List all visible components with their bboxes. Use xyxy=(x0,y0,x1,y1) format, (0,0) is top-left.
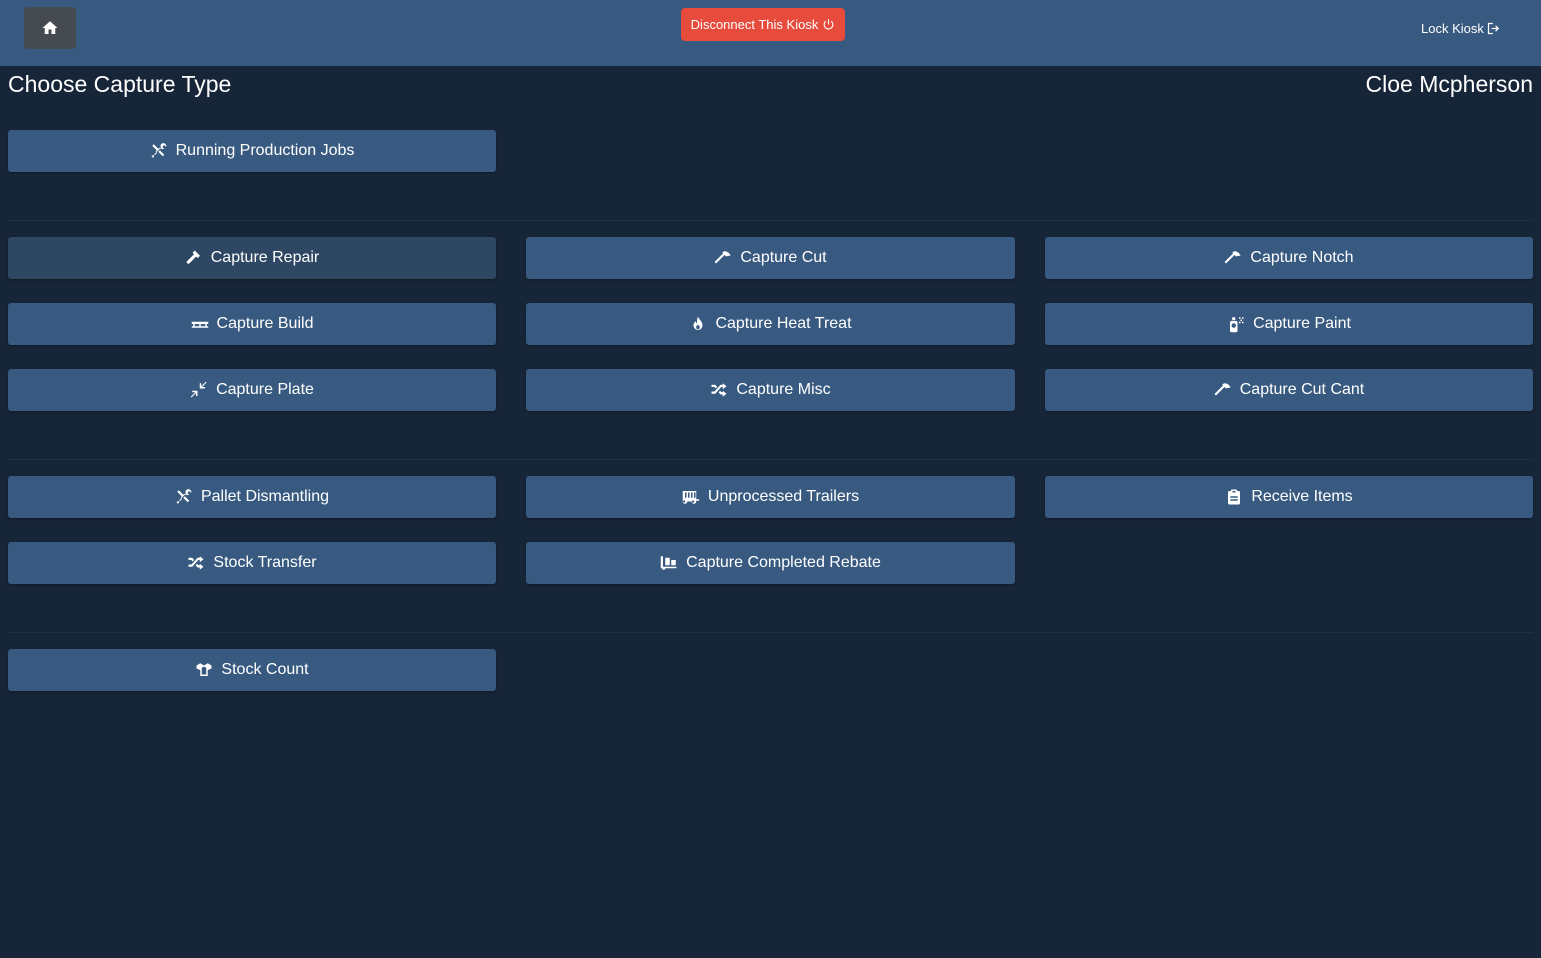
running-production-jobs-button[interactable]: Running Production Jobs xyxy=(8,130,496,172)
trailer-icon xyxy=(682,488,700,506)
unprocessed-trailers-label: Unprocessed Trailers xyxy=(707,488,860,505)
pallet-dismantling-button[interactable]: Pallet Dismantling xyxy=(8,476,496,518)
sign-out-icon xyxy=(1486,21,1501,36)
capture-plate-label: Capture Plate xyxy=(216,381,314,398)
receive-items-label: Receive Items xyxy=(1251,488,1353,505)
stock-count-label: Stock Count xyxy=(221,661,309,678)
user-name: Cloe Mcpherson xyxy=(1365,71,1533,97)
spray-can-icon xyxy=(1227,315,1245,333)
boxes-icon xyxy=(195,661,213,679)
dolly-icon xyxy=(660,554,678,572)
capture-notch-label: Capture Notch xyxy=(1250,249,1354,266)
shuffle-icon xyxy=(187,554,205,572)
unprocessed-trailers-button[interactable]: Unprocessed Trailers xyxy=(526,476,1015,518)
capture-paint-label: Capture Paint xyxy=(1253,315,1351,332)
stock-count-button[interactable]: Stock Count xyxy=(8,649,496,691)
shuffle-icon xyxy=(710,381,728,399)
capture-completed-rebate-label: Capture Completed Rebate xyxy=(686,554,881,571)
capture-misc-button[interactable]: Capture Misc xyxy=(526,369,1015,411)
section-divider xyxy=(8,220,1533,221)
tools-icon xyxy=(150,142,168,160)
capture-build-label: Capture Build xyxy=(216,315,314,332)
tools-icon xyxy=(175,488,193,506)
capture-paint-button[interactable]: Capture Paint xyxy=(1045,303,1533,345)
axe-icon xyxy=(1214,381,1232,399)
compress-icon xyxy=(190,381,208,399)
capture-cut-cant-label: Capture Cut Cant xyxy=(1239,381,1365,398)
capture-heat-treat-button[interactable]: Capture Heat Treat xyxy=(526,303,1015,345)
running-production-jobs-label: Running Production Jobs xyxy=(175,142,355,159)
capture-build-button[interactable]: Capture Build xyxy=(8,303,496,345)
disconnect-kiosk-button[interactable]: Disconnect This Kiosk xyxy=(681,8,845,41)
capture-cut-cant-button[interactable]: Capture Cut Cant xyxy=(1045,369,1533,411)
stock-transfer-button[interactable]: Stock Transfer xyxy=(8,542,496,584)
pallet-dismantling-label: Pallet Dismantling xyxy=(200,488,330,505)
receive-items-button[interactable]: Receive Items xyxy=(1045,476,1533,518)
top-bar: Disconnect This Kiosk Lock Kiosk xyxy=(0,0,1541,66)
pallet-icon xyxy=(191,315,209,333)
stock-transfer-label: Stock Transfer xyxy=(213,554,317,571)
axe-icon xyxy=(714,249,732,267)
capture-notch-button[interactable]: Capture Notch xyxy=(1045,237,1533,279)
lock-kiosk-label: Lock Kiosk xyxy=(1421,20,1484,36)
clipboard-icon xyxy=(1225,488,1243,506)
power-icon xyxy=(822,18,835,31)
capture-plate-button[interactable]: Capture Plate xyxy=(8,369,496,411)
capture-cut-button[interactable]: Capture Cut xyxy=(526,237,1015,279)
section-divider xyxy=(8,459,1533,460)
lock-kiosk-link[interactable]: Lock Kiosk xyxy=(1421,20,1501,36)
capture-repair-label: Capture Repair xyxy=(210,249,320,266)
disconnect-kiosk-label: Disconnect This Kiosk xyxy=(690,17,819,32)
page-title: Choose Capture Type xyxy=(8,71,232,97)
section-divider xyxy=(8,632,1533,633)
home-icon xyxy=(41,19,59,37)
fire-icon xyxy=(689,315,707,333)
capture-heat-treat-label: Capture Heat Treat xyxy=(715,315,852,332)
capture-cut-label: Capture Cut xyxy=(740,249,827,266)
axe-icon xyxy=(1224,249,1242,267)
capture-misc-label: Capture Misc xyxy=(736,381,831,398)
capture-repair-button[interactable]: Capture Repair xyxy=(8,237,496,279)
capture-completed-rebate-button[interactable]: Capture Completed Rebate xyxy=(526,542,1015,584)
home-button[interactable] xyxy=(24,7,76,49)
hammer-icon xyxy=(185,249,203,267)
